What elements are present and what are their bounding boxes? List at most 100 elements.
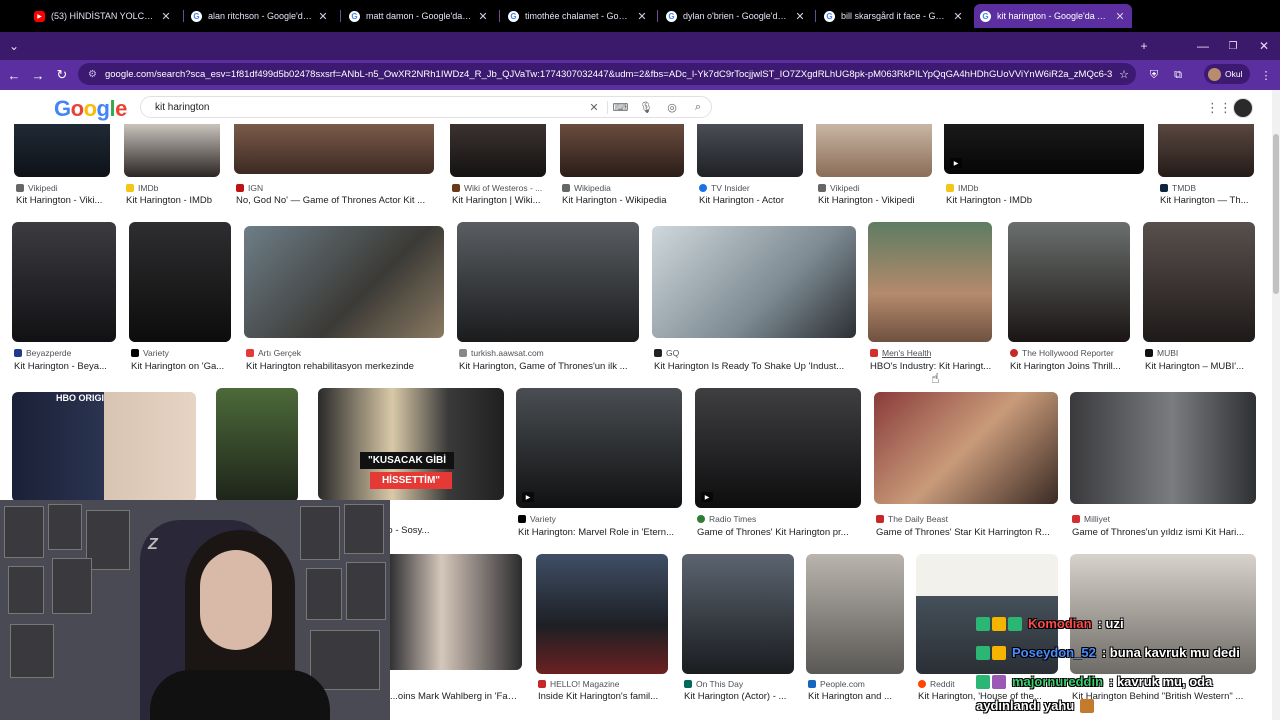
reload-icon[interactable]: ↻ bbox=[50, 60, 74, 90]
result-caption[interactable]: Game of Thrones'un yıldız ismi Kit Hari.… bbox=[1072, 527, 1256, 538]
result-source[interactable]: The Hollywood Reporter bbox=[1010, 348, 1114, 358]
result-thumbnail[interactable]: ▶ bbox=[516, 388, 682, 508]
image-result[interactable]: TV Insider Kit Harington - Actor bbox=[697, 124, 803, 206]
result-caption[interactable]: Kit Harington - Viki... bbox=[16, 195, 110, 206]
image-result[interactable]: HBO ORIGI bbox=[12, 392, 196, 502]
image-result[interactable]: On This Day Kit Harington (Actor) - ... bbox=[682, 554, 794, 704]
result-thumbnail[interactable] bbox=[244, 226, 444, 338]
result-source[interactable]: Wiki of Westeros - ... bbox=[452, 183, 542, 193]
result-thumbnail[interactable] bbox=[1143, 222, 1255, 342]
result-caption[interactable]: Kit Harington on 'Ga... bbox=[131, 361, 231, 372]
result-caption[interactable]: Kit Harington - Vikipedi bbox=[818, 195, 932, 206]
scrollbar-thumb[interactable] bbox=[1273, 134, 1279, 294]
result-caption[interactable]: Kit Harington, Game of Thrones'un ilk ..… bbox=[459, 361, 639, 372]
result-source[interactable]: GQ bbox=[654, 348, 679, 358]
result-caption[interactable]: Inside Kit Harington's famil... bbox=[538, 691, 668, 702]
result-source[interactable]: Beyazperde bbox=[14, 348, 71, 358]
result-thumbnail[interactable]: ▶ bbox=[695, 388, 861, 508]
tab-alan-ritchson[interactable]: G alan ritchson - Google'da Ara ✕ bbox=[185, 4, 335, 28]
result-caption[interactable]: ...oins Mark Wahlberg in 'Famil... bbox=[390, 691, 522, 702]
result-thumbnail[interactable] bbox=[536, 554, 668, 674]
image-result[interactable]: Vikipedi Kit Harington - Vikipedi bbox=[816, 124, 932, 206]
result-thumbnail[interactable] bbox=[216, 388, 298, 502]
result-thumbnail[interactable] bbox=[234, 124, 434, 174]
result-caption[interactable]: Kit Harington Is Ready To Shake Up 'Indu… bbox=[654, 361, 856, 372]
bookmark-star-icon[interactable]: ☆ bbox=[1112, 68, 1136, 81]
result-caption[interactable]: Kit Harington and ... bbox=[808, 691, 904, 702]
profile-button[interactable]: Okul bbox=[1204, 64, 1250, 84]
image-result[interactable]: The Daily Beast Game of Thrones' Star Ki… bbox=[874, 392, 1058, 538]
result-source[interactable]: The Daily Beast bbox=[876, 514, 948, 524]
result-source[interactable]: Men's Health bbox=[870, 348, 931, 358]
image-result[interactable]: Men's Health HBO's Industry: Kit Haringt… bbox=[868, 222, 992, 374]
result-thumbnail[interactable] bbox=[806, 554, 904, 674]
result-caption[interactable]: Kit Harington | Wiki... bbox=[452, 195, 546, 206]
result-thumbnail[interactable] bbox=[14, 124, 110, 177]
result-thumbnail[interactable] bbox=[697, 124, 803, 177]
shield-icon[interactable]: ⛨ bbox=[1142, 60, 1166, 90]
result-source[interactable]: Vikipedi bbox=[16, 183, 58, 193]
image-result[interactable]: Wikipedia Kit Harington - Wikipedia bbox=[560, 124, 684, 206]
result-thumbnail[interactable] bbox=[124, 124, 220, 177]
result-caption[interactable]: Kit Harington - Actor bbox=[699, 195, 803, 206]
result-caption[interactable]: Game of Thrones' Kit Harington pr... bbox=[697, 527, 861, 538]
result-source[interactable]: Reddit bbox=[918, 679, 955, 689]
result-caption[interactable]: Kit Harington rehabilitasyon merkezinde bbox=[246, 361, 444, 372]
image-result[interactable]: Beyazperde Kit Harington - Beya... bbox=[12, 222, 116, 374]
result-thumbnail[interactable]: ▶ bbox=[944, 124, 1144, 174]
keyboard-icon[interactable]: ⌨ bbox=[607, 100, 633, 114]
result-source[interactable]: turkish.aawsat.com bbox=[459, 348, 544, 358]
result-source[interactable]: Vikipedi bbox=[818, 183, 860, 193]
result-source[interactable]: Artı Gerçek bbox=[246, 348, 301, 358]
image-result[interactable]: turkish.aawsat.com Kit Harington, Game o… bbox=[457, 222, 639, 374]
image-result[interactable]: ▶ Variety Kit Harington: Marvel Role in … bbox=[516, 388, 682, 538]
result-source[interactable]: On This Day bbox=[684, 679, 743, 689]
result-thumbnail[interactable] bbox=[388, 554, 522, 670]
result-thumbnail[interactable] bbox=[12, 222, 116, 342]
image-result[interactable]: The Hollywood Reporter Kit Harington Joi… bbox=[1008, 222, 1130, 374]
result-source[interactable]: Milliyet bbox=[1072, 514, 1110, 524]
tab-search-chevron-icon[interactable]: ⌄ bbox=[2, 32, 26, 60]
result-caption[interactable]: Kit Harington - Wikipedia bbox=[562, 195, 684, 206]
image-result[interactable]: Wiki of Westeros - ... Kit Harington | W… bbox=[450, 124, 546, 206]
result-caption[interactable]: Kit Harington (Actor) - ... bbox=[684, 691, 794, 702]
result-caption[interactable]: Kit Harington Joins Thrill... bbox=[1010, 361, 1130, 372]
image-result[interactable]: IMDb Kit Harington - IMDb bbox=[124, 124, 220, 206]
result-source[interactable]: People.com bbox=[808, 679, 865, 689]
result-thumbnail[interactable] bbox=[868, 222, 992, 342]
result-source[interactable]: Variety bbox=[518, 514, 556, 524]
google-logo[interactable]: Google bbox=[54, 96, 127, 122]
result-thumbnail[interactable] bbox=[457, 222, 639, 342]
result-source[interactable]: IMDb bbox=[126, 183, 158, 193]
back-arrow-icon[interactable]: ← bbox=[2, 60, 26, 90]
tab-dylan-obrien[interactable]: G dylan o'brien - Google'da Ara ✕ bbox=[660, 4, 812, 28]
tab-bill-skarsgard[interactable]: G bill skarsgård it face - Google'd... ✕ bbox=[818, 4, 970, 28]
image-result[interactable]: ▶ IMDb Kit Harington - IMDb bbox=[944, 124, 1144, 206]
search-icon[interactable]: ⌕ bbox=[685, 101, 711, 114]
result-source[interactable]: HELLO! Magazine bbox=[538, 679, 619, 689]
close-icon[interactable]: ✕ bbox=[794, 10, 806, 23]
image-result[interactable]: People.com Kit Harington and ... bbox=[806, 554, 904, 704]
close-icon[interactable]: ✕ bbox=[636, 10, 648, 23]
result-caption[interactable]: Kit Harington: Marvel Role in 'Etern... bbox=[518, 527, 682, 538]
result-source[interactable]: IMDb bbox=[946, 183, 978, 193]
result-caption[interactable]: Kit Harington — Th... bbox=[1160, 195, 1254, 206]
result-thumbnail[interactable] bbox=[1008, 222, 1130, 342]
result-thumbnail[interactable] bbox=[560, 124, 684, 177]
close-icon[interactable]: ✕ bbox=[317, 10, 329, 23]
restore-icon[interactable]: ❐ bbox=[1221, 32, 1245, 60]
close-icon[interactable]: ✕ bbox=[952, 10, 964, 23]
result-source[interactable]: TMDB bbox=[1160, 183, 1196, 193]
result-thumbnail[interactable]: "KUSACAK GİBİ HİSSETTİM" bbox=[318, 388, 504, 500]
image-result[interactable]: GQ Kit Harington Is Ready To Shake Up 'I… bbox=[652, 226, 856, 374]
tab-timothee-chalamet[interactable]: G timothée chalamet - Google'da... ✕ bbox=[502, 4, 654, 28]
forward-arrow-icon[interactable]: → bbox=[26, 60, 50, 90]
window-close-icon[interactable]: ✕ bbox=[1252, 32, 1276, 60]
microphone-icon[interactable]: 🎙 bbox=[633, 101, 659, 114]
result-thumbnail[interactable] bbox=[1158, 124, 1254, 177]
address-bar[interactable]: ⚙ google.com/search?sca_esv=1f81df499d5b… bbox=[78, 63, 1136, 85]
page-scrollbar[interactable] bbox=[1272, 90, 1280, 720]
result-source[interactable]: Radio Times bbox=[697, 514, 756, 524]
result-caption[interactable]: Kit Harington - IMDb bbox=[946, 195, 1144, 206]
clear-x-icon[interactable]: ✕ bbox=[581, 101, 607, 114]
